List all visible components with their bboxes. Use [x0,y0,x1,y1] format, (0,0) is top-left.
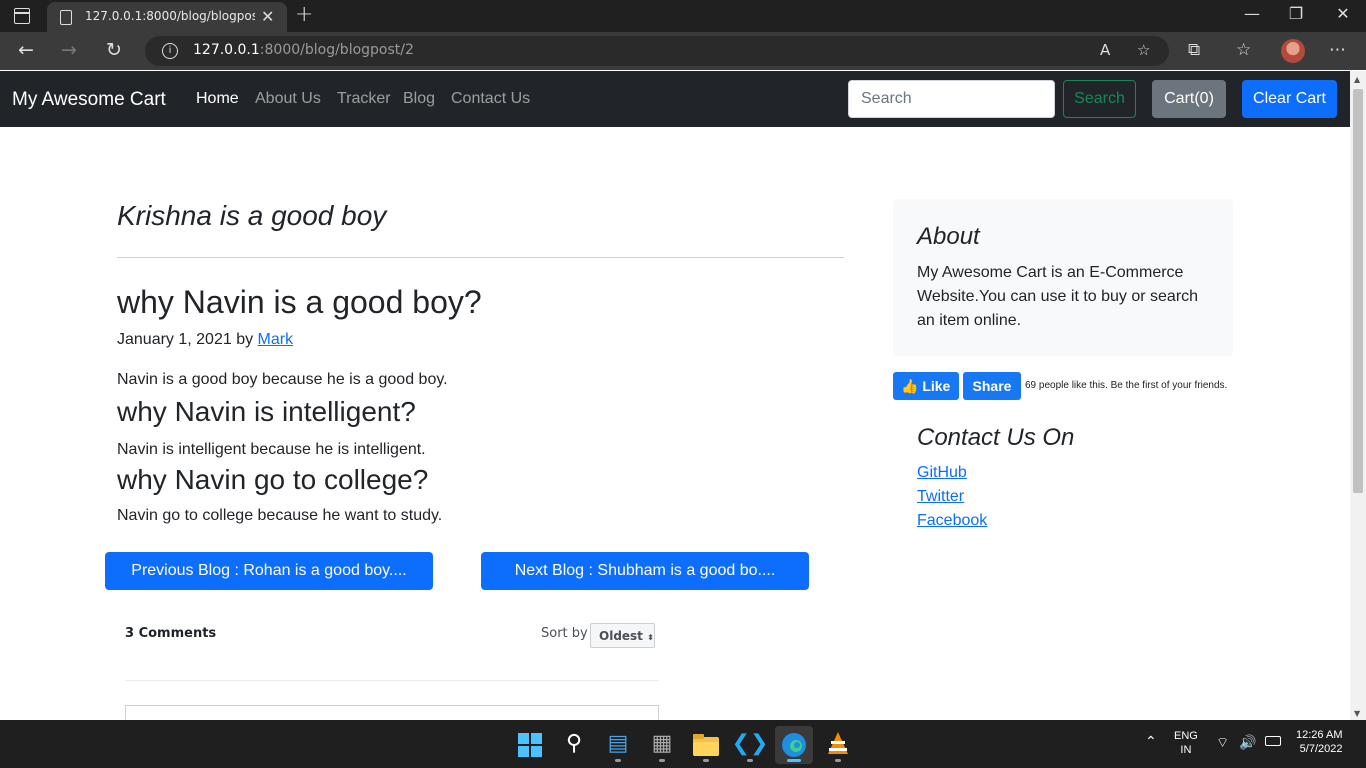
refresh-icon[interactable]: ↻ [106,39,122,61]
scroll-thumb[interactable] [1353,89,1363,493]
clock[interactable]: 12:26 AM 5/7/2022 [1296,729,1342,755]
forward-icon[interactable]: → [61,39,77,61]
show-hidden-icons-icon[interactable]: ⌃ [1145,733,1157,750]
edge-icon[interactable] [775,726,813,764]
search-taskbar-icon[interactable]: ⚲ [555,726,593,764]
add-favorite-icon[interactable]: ☆ [1137,41,1150,59]
next-blog-button[interactable]: Next Blog : Shubham is a good bo.... [481,552,809,590]
nav-tracker[interactable]: Tracker [337,90,391,108]
volume-icon[interactable]: 🔊 [1239,734,1256,751]
search-button[interactable]: Search [1063,80,1136,118]
file-explorer-icon[interactable] [687,726,725,764]
page-heading: Krishna is a good boy [117,200,387,231]
post-subheading: why Navin is intelligent? [117,396,416,427]
more-menu-icon[interactable]: ⋯ [1329,40,1346,60]
sort-arrows-icon: ⬍ [647,633,654,642]
new-tab-icon[interactable]: + [295,2,313,27]
scroll-down-icon[interactable]: ▼ [1354,709,1360,718]
divider [117,257,844,258]
restore-icon[interactable]: ❐ [1273,4,1319,23]
browser-tabstrip: 127.0.0.1:8000/blog/blogpost/2 ✕ + — ❐ ✕ [0,0,1366,32]
post-date: January 1, 2021 by [117,331,258,348]
cart-button[interactable]: Cart(0) [1152,80,1226,118]
page-icon [60,10,72,25]
comments-count: 3 Comments [125,626,217,641]
fb-like-count: 69 people like this. Be the first of you… [1025,380,1228,391]
lang-bottom: IN [1180,744,1192,756]
site-info-icon[interactable]: i [162,43,178,59]
sort-select[interactable]: Oldest ⬍ [590,623,655,648]
notepad-icon[interactable]: ▤ [599,726,637,764]
sort-label: Sort by [541,626,588,641]
read-aloud-icon[interactable]: A [1100,41,1110,59]
lang-top: ENG [1174,730,1198,742]
twitter-link[interactable]: Twitter [917,488,964,506]
vlc-icon[interactable] [819,726,857,764]
contact-title: Contact Us On [917,424,1075,451]
scroll-up-icon[interactable]: ▲ [1354,75,1360,84]
brand-logo[interactable]: My Awesome Cart [12,89,166,111]
vscode-icon[interactable]: ❮❯ [731,726,769,764]
page-scrollbar[interactable]: ▲ ▼ [1350,71,1366,720]
clear-cart-button[interactable]: Clear Cart [1242,80,1337,118]
about-text: My Awesome Cart is an E-Commerce Website… [917,264,1199,329]
fb-share-button[interactable]: Share [963,372,1021,400]
post-paragraph: Navin go to college because he want to s… [117,507,443,524]
fb-like-label: Like [922,378,951,394]
about-box: About My Awesome Cart is an E-Commerce W… [893,199,1233,356]
close-window-icon[interactable]: ✕ [1320,4,1366,23]
previous-blog-button[interactable]: Previous Blog : Rohan is a good boy.... [105,552,433,590]
tab-title: 127.0.0.1:8000/blog/blogpost/2 [85,9,255,23]
post-paragraph: Navin is a good boy because he is a good… [117,371,448,388]
post-title: why Navin is a good boy? [117,284,482,320]
back-icon[interactable]: ← [18,39,34,61]
browser-tab[interactable]: 127.0.0.1:8000/blog/blogpost/2 ✕ [47,2,287,32]
favorites-icon[interactable]: ☆ [1236,40,1251,60]
clock-date: 5/7/2022 [1299,743,1343,755]
wifi-icon[interactable]: ⌔ [1216,734,1229,752]
url-text[interactable]: 127.0.0.1:8000/blog/blogpost/2 [193,42,414,58]
thumbs-up-icon: 👍 [901,378,919,394]
profile-avatar[interactable] [1281,39,1305,63]
facebook-link[interactable]: Facebook [917,512,987,530]
nav-home[interactable]: Home [196,90,239,108]
address-bar[interactable]: i 127.0.0.1:8000/blog/blogpost/2 A ☆ [145,36,1169,66]
post-meta: January 1, 2021 by Mark [117,331,293,349]
site-navbar: My Awesome Cart Home About Us Tracker Bl… [0,71,1350,127]
battery-icon[interactable] [1265,736,1281,746]
close-tab-icon[interactable]: ✕ [261,7,274,26]
github-link[interactable]: GitHub [917,464,967,482]
search-input[interactable] [848,80,1055,118]
post-paragraph: Navin is intelligent because he is intel… [117,441,426,458]
extensions-icon[interactable]: ⧉ [1188,40,1200,60]
browser-toolbar: ← → ↻ i 127.0.0.1:8000/blog/blogpost/2 A… [0,32,1366,70]
sort-value: Oldest [599,629,643,643]
calculator-icon[interactable]: ▦ [643,726,681,764]
language-indicator[interactable]: ENG IN [1174,730,1198,756]
post-subheading: why Navin go to college? [117,464,429,495]
start-icon[interactable] [511,726,549,764]
nav-blog[interactable]: Blog [403,90,435,108]
about-title: About [917,223,980,250]
comments-divider [125,680,659,681]
author-link[interactable]: Mark [258,331,294,348]
taskbar: ⚲ ▤ ▦ ❮❯ ⌃ ENG IN ⌔ 🔊 12:26 AM 5/7/2022 [0,720,1366,768]
tab-actions-icon[interactable] [14,8,30,24]
nav-contact-us[interactable]: Contact Us [451,90,530,108]
minimize-icon[interactable]: — [1229,4,1275,23]
nav-about-us[interactable]: About Us [255,90,321,108]
fb-like-button[interactable]: 👍 Like [893,372,959,400]
clock-time: 12:26 AM [1296,729,1343,741]
